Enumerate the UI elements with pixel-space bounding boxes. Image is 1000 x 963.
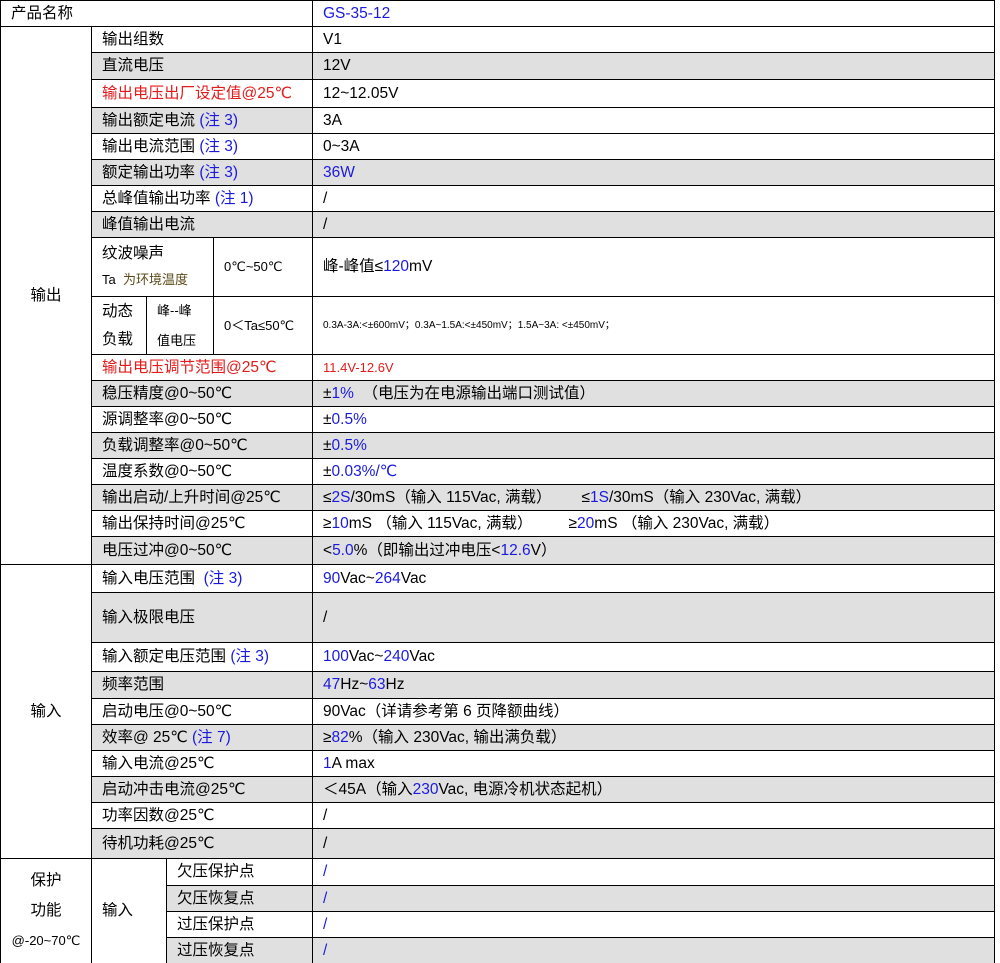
- undervoltage-protect-value: /: [313, 859, 995, 886]
- dynamic-temp: 0＜Ta≤50℃: [214, 297, 313, 355]
- input-voltage-range-label: 输入电压范围 (注 3): [92, 565, 313, 593]
- ta-note: Ta 为环境温度: [102, 272, 188, 287]
- rated-current-value: 3A: [313, 108, 995, 134]
- dynamic-label-cell: 动态 负载: [92, 297, 147, 355]
- overvoltage-protect-label: 过压保护点: [167, 912, 313, 938]
- protection-label-b: 功能: [30, 902, 62, 919]
- rated-power-label: 额定输出功率 (注 3): [92, 160, 313, 186]
- hold-time-label: 输出保持时间@25℃: [92, 511, 313, 537]
- input-group-label: 输入: [0, 565, 92, 859]
- peak-power-label: 总峰值输出功率 (注 1): [92, 186, 313, 212]
- dynamic-sub-cell: 峰--峰 值电压: [147, 297, 214, 355]
- efficiency-value: ≥82 %（输入 230Vac, 输出满负载）: [313, 725, 995, 751]
- ripple-label: 纹波噪声: [102, 245, 165, 262]
- load-regulation-value: ±0.5%: [313, 433, 995, 459]
- protection-label-c: @-20~70℃: [11, 933, 81, 948]
- ripple-value: 峰-峰值≤ 120 mV: [313, 238, 995, 297]
- hold-time-value: ≥10 mS （输入 115Vac, 满载） ≥20 mS （输入 230Vac, 满…: [313, 511, 995, 537]
- input-rated-voltage-value: 100 Vac~ 240 Vac: [313, 643, 995, 672]
- output-groups-label: 输出组数: [92, 27, 313, 53]
- overvoltage-recover-label: 过压恢复点: [167, 938, 313, 963]
- startup-voltage-value: 90Vac（详请参考第 6 页降额曲线）: [313, 699, 995, 725]
- overshoot-value: <5.0 %（即输出过冲电压< 12.6 V）: [313, 537, 995, 565]
- product-name-value: GS-35-12: [313, 0, 995, 27]
- inrush-current-value: ＜45A（输入 230 Vac, 电源冷机状态起机）: [313, 777, 995, 803]
- ripple-label-cell: 纹波噪声 Ta 为环境温度: [92, 238, 214, 297]
- dc-voltage-label: 直流电压: [92, 53, 313, 80]
- overshoot-label: 电压过冲@0~50℃: [92, 537, 313, 565]
- startup-voltage-label: 启动电压@0~50℃: [92, 699, 313, 725]
- voltage-adjust-value: 11.4V-12.6V: [313, 355, 995, 381]
- protection-label-a: 保护: [30, 872, 62, 889]
- standby-power-value: /: [313, 829, 995, 859]
- peak-current-label: 峰值输出电流: [92, 212, 313, 238]
- undervoltage-recover-label: 欠压恢复点: [167, 886, 313, 912]
- undervoltage-recover-value: /: [313, 886, 995, 912]
- rated-power-value: 36W: [313, 160, 995, 186]
- frequency-range-label: 频率范围: [92, 672, 313, 699]
- input-voltage-range-value: 90 Vac~ 264 Vac: [313, 565, 995, 593]
- protection-subgroup-label: 输入: [92, 859, 167, 963]
- inrush-current-label: 启动冲击电流@25℃: [92, 777, 313, 803]
- dynamic-sub-b: 值电压: [157, 332, 197, 348]
- startup-time-label: 输出启动/上升时间@25℃: [92, 485, 313, 511]
- startup-time-value: ≤2S/30mS（输入 115Vac, 满载） ≤1S/30mS（输入 230Va…: [313, 485, 995, 511]
- product-name-label: 产品名称: [0, 0, 313, 27]
- dc-voltage-value: 12V: [313, 53, 995, 80]
- load-regulation-label: 负载调整率@0~50℃: [92, 433, 313, 459]
- regulation-value: ±1% （电压为在电源输出端口测试值）: [313, 381, 995, 407]
- output-groups-value: V1: [313, 27, 995, 53]
- power-factor-label: 功率因数@25℃: [92, 803, 313, 829]
- factory-voltage-label: 输出电压出厂设定值@25℃: [92, 80, 313, 108]
- regulation-label: 稳压精度@0~50℃: [92, 381, 313, 407]
- ripple-temp: 0℃~50℃: [214, 238, 313, 297]
- voltage-adjust-label: 输出电压调节范围@25℃: [92, 355, 313, 381]
- factory-voltage-value: 12~12.05V: [313, 80, 995, 108]
- current-range-label: 输出电流范围 (注 3): [92, 134, 313, 160]
- overvoltage-protect-value: /: [313, 912, 995, 938]
- output-group-label: 输出: [0, 27, 92, 565]
- peak-power-value: /: [313, 186, 995, 212]
- efficiency-label: 效率@ 25℃ (注 7): [92, 725, 313, 751]
- input-current-value: 1 A max: [313, 751, 995, 777]
- input-current-label: 输入电流@25℃: [92, 751, 313, 777]
- input-rated-voltage-label: 输入额定电压范围 (注 3): [92, 643, 313, 672]
- dynamic-label-a: 动态: [102, 302, 134, 320]
- dynamic-label-b: 负载: [102, 330, 134, 348]
- protection-group-label: 保护 功能 @-20~70℃: [0, 859, 92, 963]
- rated-current-label: 输出额定电流 (注 3): [92, 108, 313, 134]
- dynamic-sub-a: 峰--峰: [157, 302, 192, 318]
- peak-current-value: /: [313, 212, 995, 238]
- standby-power-label: 待机功耗@25℃: [92, 829, 313, 859]
- power-factor-value: /: [313, 803, 995, 829]
- current-range-value: 0~3A: [313, 134, 995, 160]
- line-regulation-value: ±0.5%: [313, 407, 995, 433]
- overvoltage-recover-value: /: [313, 938, 995, 963]
- line-regulation-label: 源调整率@0~50℃: [92, 407, 313, 433]
- input-limit-voltage-label: 输入极限电压: [92, 593, 313, 643]
- undervoltage-protect-label: 欠压保护点: [167, 859, 313, 886]
- temp-coefficient-label: 温度系数@0~50℃: [92, 459, 313, 485]
- input-limit-voltage-value: /: [313, 593, 995, 643]
- dynamic-value: 0.3A-3A:<±600mV；0.3A~1.5A:<±450mV；1.5A~3…: [313, 297, 995, 355]
- temp-coefficient-value: ±0.03%/℃: [313, 459, 995, 485]
- frequency-range-value: 47 Hz~ 63 Hz: [313, 672, 995, 699]
